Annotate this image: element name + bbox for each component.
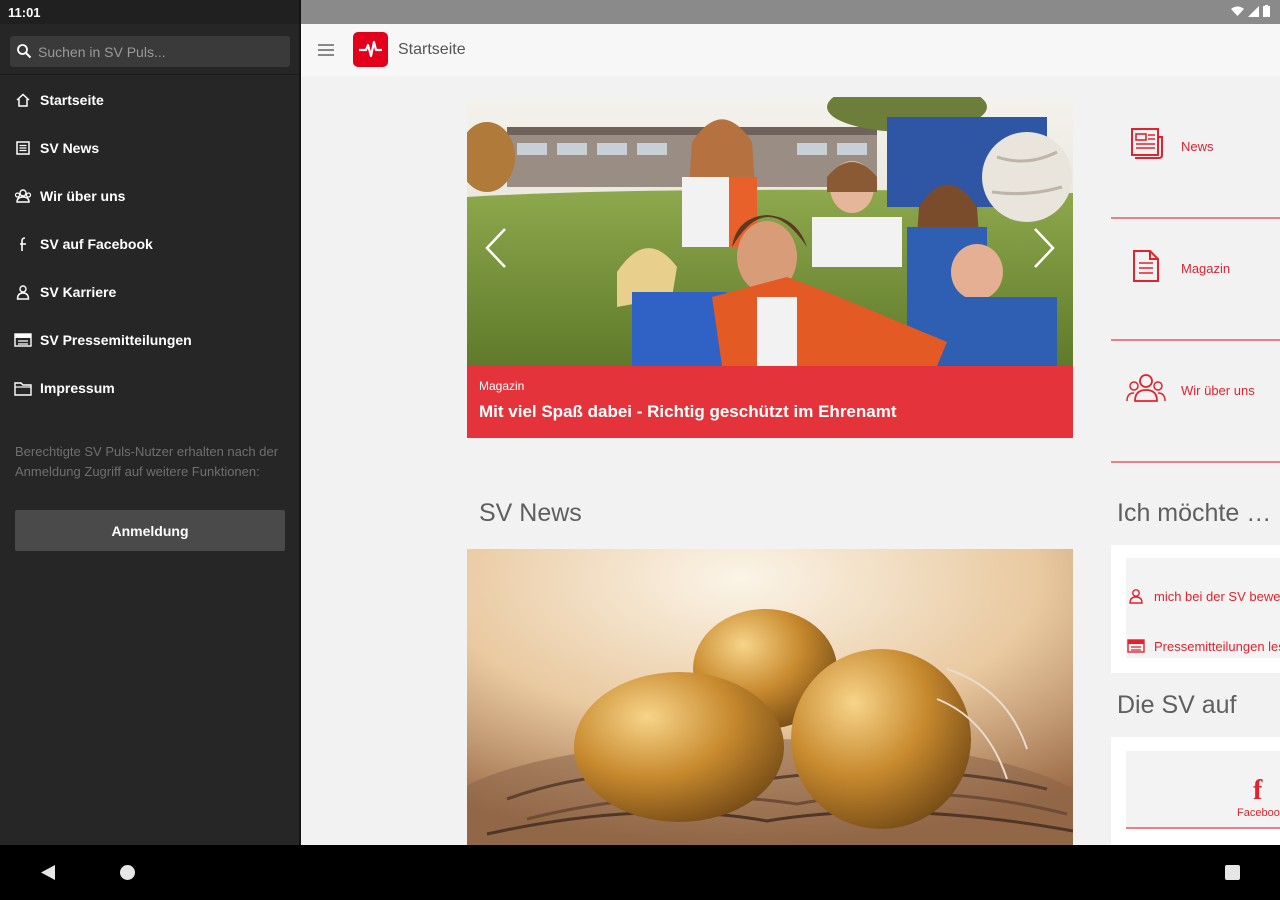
drawer-nav: Startseite SV News Wir über uns SV auf F… xyxy=(0,76,300,412)
status-bar xyxy=(301,0,1280,24)
want-panel: mich bei der SV bewerben Pressemitteilun… xyxy=(1111,545,1280,673)
hero-image xyxy=(467,97,1073,366)
nav-item-label: Startseite xyxy=(40,92,104,108)
search-icon xyxy=(17,44,32,59)
facebook-icon: f xyxy=(1253,775,1263,806)
app-logo xyxy=(353,32,388,67)
magazine-icon xyxy=(1133,250,1159,282)
facebook-label: Facebook xyxy=(1237,807,1280,819)
news-image xyxy=(467,549,1073,845)
nav-item-facebook[interactable]: SV auf Facebook xyxy=(0,220,300,268)
news-section-title: SV News xyxy=(479,499,582,527)
menu-icon[interactable] xyxy=(318,43,334,57)
want-item-apply[interactable]: mich bei der SV bewerben xyxy=(1126,584,1280,608)
status-icons xyxy=(1231,5,1270,17)
facebook-icon xyxy=(13,234,33,254)
status-time: 11:01 xyxy=(8,5,41,20)
social-section-title: Die SV auf xyxy=(1117,691,1237,719)
want-item-press[interactable]: Pressemitteilungen lesen xyxy=(1126,634,1280,658)
carousel-prev-icon[interactable] xyxy=(483,227,509,269)
want-list: mich bei der SV bewerben Pressemitteilun… xyxy=(1126,558,1280,658)
folder-icon xyxy=(13,378,33,398)
search-input[interactable] xyxy=(38,36,286,67)
search-box[interactable] xyxy=(10,36,290,67)
wifi-icon xyxy=(1231,6,1244,16)
hero-category: Magazin xyxy=(479,379,525,393)
nav-item-presse[interactable]: SV Pressemitteilungen xyxy=(0,316,300,364)
page-title: Startseite xyxy=(398,41,466,58)
people-icon xyxy=(13,186,33,206)
home-button-icon[interactable] xyxy=(120,865,135,880)
tile-about-label: Wir über uns xyxy=(1181,383,1255,398)
drawer-shadow xyxy=(299,0,301,845)
pulse-logo-icon xyxy=(359,40,382,58)
want-item-apply-label: mich bei der SV bewerben xyxy=(1154,588,1280,604)
main-content: Startseite Magazin Mit viel Spaß dabei -… xyxy=(301,0,1280,845)
news-card[interactable] xyxy=(467,549,1073,845)
press-icon xyxy=(13,330,33,350)
person-icon xyxy=(1126,586,1146,606)
tile-magazin-label: Magazin xyxy=(1181,261,1231,276)
nav-item-karriere[interactable]: SV Karriere xyxy=(0,268,300,316)
hero-carousel[interactable]: Magazin Mit viel Spaß dabei - Richtig ge… xyxy=(467,97,1073,438)
press-icon xyxy=(1126,636,1146,656)
facebook-link[interactable]: f Facebook xyxy=(1126,751,1280,829)
nav-item-about[interactable]: Wir über uns xyxy=(0,172,300,220)
nav-item-startseite[interactable]: Startseite xyxy=(0,76,300,124)
quick-links: News Magazin Wir über uns xyxy=(1111,97,1280,463)
news-icon xyxy=(1131,128,1163,159)
tile-news[interactable]: News xyxy=(1111,97,1280,219)
navigation-drawer: 11:01 Startseite SV News xyxy=(0,0,300,845)
person-icon xyxy=(13,282,33,302)
nav-item-label: Impressum xyxy=(40,380,115,396)
battery-icon xyxy=(1263,5,1270,17)
carousel-next-icon[interactable] xyxy=(1031,227,1057,269)
nav-item-label: SV Karriere xyxy=(40,284,117,300)
hero-caption[interactable]: Magazin Mit viel Spaß dabei - Richtig ge… xyxy=(467,366,1073,438)
social-panel: f Facebook xyxy=(1111,737,1280,845)
app-bar: Startseite xyxy=(301,24,1280,76)
nav-item-label: SV auf Facebook xyxy=(40,236,153,252)
team-icon xyxy=(1126,374,1166,402)
nav-item-label: Wir über uns xyxy=(40,188,126,204)
nav-item-impressum[interactable]: Impressum xyxy=(0,364,300,412)
system-navigation-bar xyxy=(0,845,1280,900)
newspaper-icon xyxy=(13,138,33,158)
screen: Startseite Magazin Mit viel Spaß dabei -… xyxy=(0,0,1280,900)
recents-icon[interactable] xyxy=(1225,865,1240,880)
nav-item-label: SV News xyxy=(40,140,100,156)
hero-title: Mit viel Spaß dabei - Richtig geschützt … xyxy=(479,402,897,421)
drawer-status-bar: 11:01 xyxy=(0,0,300,24)
back-icon[interactable] xyxy=(40,864,56,881)
nav-item-sv-news[interactable]: SV News xyxy=(0,124,300,172)
nav-item-label: SV Pressemitteilungen xyxy=(40,332,192,348)
login-note: Berechtigte SV Puls-Nutzer erhalten nach… xyxy=(15,444,279,479)
want-item-press-label: Pressemitteilungen lesen xyxy=(1154,638,1280,654)
login-button[interactable]: Anmeldung xyxy=(15,510,285,551)
home-icon xyxy=(13,90,33,110)
tile-about[interactable]: Wir über uns xyxy=(1111,341,1280,463)
tile-news-label: News xyxy=(1181,139,1214,154)
want-section-title: Ich möchte … xyxy=(1117,499,1272,527)
tile-magazin[interactable]: Magazin xyxy=(1111,219,1280,341)
divider xyxy=(0,74,300,75)
signal-icon xyxy=(1248,5,1259,17)
